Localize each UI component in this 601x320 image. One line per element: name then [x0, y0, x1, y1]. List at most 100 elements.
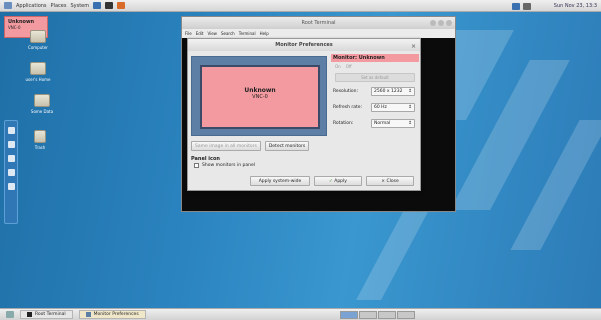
desktop-icon-label: Some Data	[30, 109, 54, 114]
mail-icon[interactable]	[7, 155, 15, 162]
monitor-rectangle[interactable]: Unknown VNC-0	[200, 65, 320, 129]
monitor-layout-canvas[interactable]: Unknown VNC-0	[191, 56, 327, 136]
resolution-select[interactable]: 2560 x 1232 ↕	[371, 87, 415, 96]
workspace-3[interactable]	[378, 311, 396, 319]
dialog-action-buttons: Apply system-wide ✓ Apply × Close	[250, 176, 414, 186]
show-desktop-icon[interactable]	[6, 311, 14, 318]
top-panel: Applications Places System Sun Nov 23, 1…	[0, 0, 601, 12]
refresh-rate-row: Refresh rate: 60 Hz ↕	[331, 101, 419, 114]
system-tray	[512, 3, 531, 10]
monitor-preferences-dialog[interactable]: Monitor Preferences × Unknown VNC-0 Moni…	[187, 38, 421, 191]
maximize-icon[interactable]	[438, 20, 444, 26]
taskbar-item-terminal[interactable]: Root Terminal	[20, 310, 73, 319]
monitor-header: Monitor: Unknown	[331, 54, 419, 62]
layout-buttons: Same image in all monitors Detect monito…	[191, 141, 310, 151]
terminal-menubar: File Edit View Search Terminal Help	[182, 29, 455, 38]
set-default-button[interactable]: Set as default	[335, 73, 415, 82]
dialog-title: Monitor Preferences	[275, 42, 333, 48]
terminal-title: Root Terminal	[301, 20, 336, 26]
home-folder-icon	[30, 62, 46, 75]
power-radio-group: On Off	[331, 62, 419, 71]
rotation-label: Rotation:	[333, 121, 354, 126]
desktop-icon-label: Trash	[34, 145, 46, 150]
settings-icon[interactable]	[7, 183, 15, 190]
close-icon[interactable]	[446, 20, 452, 26]
foot-icon[interactable]	[4, 2, 12, 9]
terminal-launcher-icon[interactable]	[105, 2, 114, 9]
clock[interactable]: Sun Nov 23, 13:3	[554, 3, 597, 9]
firefox-launcher-icon[interactable]	[117, 2, 126, 9]
volume-icon[interactable]	[523, 3, 531, 10]
taskbar-label: Root Terminal	[35, 311, 66, 317]
workspace-switcher	[340, 311, 415, 319]
side-panel	[4, 120, 18, 224]
minimize-icon[interactable]	[430, 20, 436, 26]
desktop-icon-computer[interactable]: Computer	[18, 30, 58, 50]
show-in-panel-checkbox[interactable]	[194, 163, 199, 168]
dialog-titlebar[interactable]: Monitor Preferences ×	[188, 39, 420, 51]
radio-on[interactable]: On	[335, 64, 341, 69]
chat-icon[interactable]	[7, 169, 15, 176]
menu-view[interactable]: View	[207, 29, 217, 38]
check-icon: ✓	[329, 179, 333, 184]
monitor-icon	[85, 312, 91, 317]
monitor-connector: VNC-0	[252, 94, 268, 100]
updown-icon: ↕	[408, 105, 412, 110]
show-in-panel-label[interactable]: Show monitors in panel	[202, 163, 255, 168]
desktop-icon-data[interactable]: Some Data	[22, 94, 62, 114]
resolution-label: Resolution:	[333, 89, 359, 94]
apply-system-wide-button[interactable]: Apply system-wide	[250, 176, 310, 186]
panel-icon-section: Panel icon Show monitors in panel	[191, 156, 255, 168]
detect-monitors-button[interactable]: Detect monitors	[264, 141, 310, 151]
rotation-row: Rotation: Normal ↕	[331, 117, 419, 130]
taskbar-item-monitor-prefs[interactable]: Monitor Preferences	[78, 310, 146, 319]
show-in-panel-row[interactable]: Show monitors in panel	[194, 163, 255, 168]
menu-edit[interactable]: Edit	[196, 29, 204, 38]
terminal-titlebar[interactable]: Root Terminal	[182, 17, 455, 29]
menu-help[interactable]: Help	[260, 29, 269, 38]
refresh-rate-label: Refresh rate:	[333, 105, 363, 110]
network-icon[interactable]	[512, 3, 520, 10]
desktop-icon-label: Computer	[28, 45, 48, 50]
browser-launcher-icon[interactable]	[93, 2, 102, 9]
computer-icon	[30, 30, 46, 43]
close-icon: ×	[381, 179, 386, 184]
updown-icon: ↕	[408, 121, 412, 126]
apply-button[interactable]: ✓ Apply	[314, 176, 362, 186]
panel-icon-heading: Panel icon	[191, 156, 220, 162]
resolution-value: 2560 x 1232	[374, 89, 403, 94]
workspace-4[interactable]	[397, 311, 415, 319]
menu-terminal[interactable]: Terminal	[239, 29, 256, 38]
menu-places[interactable]: Places	[51, 3, 67, 9]
desktop-icon-label: user's Home	[25, 77, 51, 82]
document-icon[interactable]	[7, 141, 15, 148]
radio-off[interactable]: Off	[346, 64, 352, 69]
close-label: Close	[386, 179, 399, 184]
menu-search[interactable]: Search	[221, 29, 235, 38]
terminal-icon	[27, 312, 32, 317]
workspace-2[interactable]	[359, 311, 377, 319]
apply-label: Apply	[334, 179, 347, 184]
updown-icon: ↕	[408, 89, 412, 94]
same-image-button[interactable]: Same image in all monitors	[191, 141, 261, 151]
workspace-1[interactable]	[340, 311, 358, 319]
menu-applications[interactable]: Applications	[16, 3, 47, 9]
desktop-icon-trash[interactable]: Trash	[20, 130, 60, 150]
taskbar-label: Monitor Preferences	[93, 311, 139, 317]
rotation-select[interactable]: Normal ↕	[371, 119, 415, 128]
rotation-value: Normal	[374, 121, 391, 126]
refresh-rate-select[interactable]: 60 Hz ↕	[371, 103, 415, 112]
folder-icon	[34, 94, 50, 107]
trash-icon	[34, 130, 46, 143]
menu-system[interactable]: System	[70, 3, 89, 9]
resolution-row: Resolution: 2560 x 1232 ↕	[331, 85, 419, 98]
computer-icon[interactable]	[7, 127, 15, 134]
monitor-settings-panel: Monitor: Unknown On Off Set as default R…	[331, 54, 419, 130]
refresh-rate-value: 60 Hz	[374, 105, 387, 110]
close-button[interactable]: × Close	[366, 176, 414, 186]
bottom-panel: Root Terminal Monitor Preferences	[0, 308, 601, 320]
menu-file[interactable]: File	[185, 29, 192, 38]
close-icon[interactable]: ×	[411, 41, 416, 53]
desktop-icon-home[interactable]: user's Home	[18, 62, 58, 82]
monitor-name: Unknown	[244, 87, 276, 94]
